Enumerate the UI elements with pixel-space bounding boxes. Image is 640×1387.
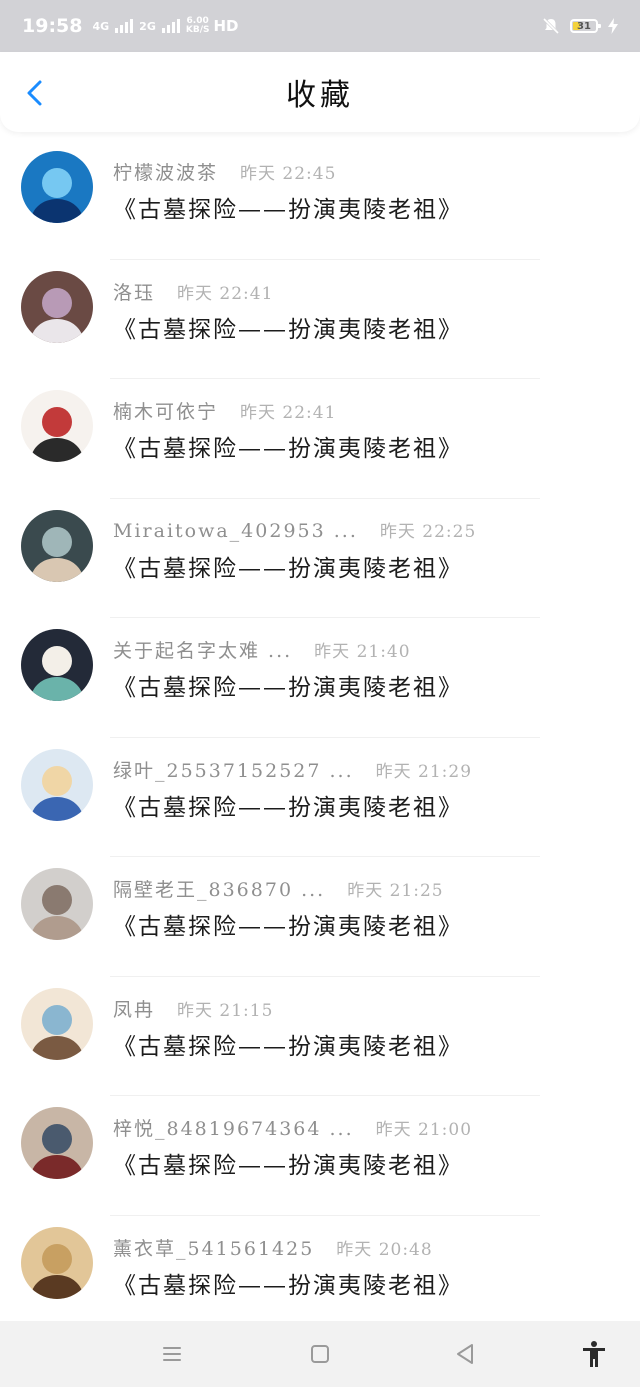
- item-meta: 楠木可依宁 昨天 22:41: [113, 397, 336, 424]
- avatar[interactable]: [21, 987, 93, 1060]
- post-time: 昨天 21:40: [314, 642, 411, 662]
- avatar-image: [21, 270, 93, 343]
- item-meta: Miraitowa_402953 ... 昨天 22:25: [113, 517, 476, 542]
- avatar[interactable]: [21, 390, 93, 462]
- accessibility-button[interactable]: [579, 1339, 609, 1369]
- menu-icon: [163, 1347, 181, 1361]
- list-item[interactable]: 柠檬波波茶 昨天 22:45 《古墓探险——扮演夷陵老祖》: [0, 140, 640, 260]
- net-speed: 6.00 KB/S: [186, 17, 210, 35]
- list-item[interactable]: 绿叶_25537152527 ... 昨天 21:29 《古墓探险——扮演夷陵老…: [0, 738, 640, 857]
- list-item[interactable]: 薰衣草_541561425 昨天 20:48 《古墓探险——扮演夷陵老祖》: [0, 1216, 640, 1336]
- user-name[interactable]: 楠木可依宁: [113, 397, 218, 424]
- item-meta: 隔壁老王_836870 ... 昨天 21:25: [113, 875, 444, 902]
- back-triangle-icon: [457, 1344, 473, 1364]
- network-type-1: 4G: [92, 19, 110, 33]
- avatar[interactable]: [21, 748, 93, 821]
- mute-icon: [542, 17, 560, 35]
- page-title: 收藏: [286, 78, 354, 113]
- list-item[interactable]: 洛珏 昨天 22:41 《古墓探险——扮演夷陵老祖》: [0, 260, 640, 379]
- accessibility-icon: [583, 1341, 605, 1367]
- avatar-image: [21, 987, 93, 1060]
- menu-button[interactable]: [157, 1339, 187, 1369]
- signal-icon-2: [161, 19, 180, 33]
- avatar-image: [21, 629, 93, 701]
- post-time: 昨天 21:15: [177, 1000, 274, 1021]
- system-nav-bar: [0, 1321, 640, 1387]
- list-item[interactable]: Miraitowa_402953 ... 昨天 22:25 《古墓探险——扮演夷…: [0, 499, 640, 618]
- avatar[interactable]: [21, 1107, 93, 1179]
- avatar[interactable]: [21, 1226, 93, 1299]
- item-meta: 薰衣草_541561425 昨天 20:48: [113, 1234, 433, 1261]
- post-time: 昨天 22:41: [240, 403, 337, 423]
- battery-level: 31: [577, 20, 591, 32]
- header: 收藏: [0, 52, 640, 132]
- avatar-image: [21, 151, 93, 223]
- post-time: 昨天 22:45: [240, 164, 337, 184]
- hd-indicator: HD: [213, 17, 239, 35]
- status-bar: 19:58 4G 2G 6.00 KB/S HD 31: [0, 0, 640, 52]
- avatar[interactable]: [21, 509, 93, 582]
- charging-icon: [608, 18, 618, 34]
- user-name[interactable]: 洛珏: [113, 278, 155, 305]
- favorites-list: 柠檬波波茶 昨天 22:45 《古墓探险——扮演夷陵老祖》 洛珏 昨天 22:4…: [0, 140, 640, 1335]
- favorite-title[interactable]: 《古墓探险——扮演夷陵老祖》: [113, 190, 463, 224]
- favorite-title[interactable]: 《古墓探险——扮演夷陵老祖》: [113, 1027, 463, 1061]
- list-item[interactable]: 关于起名字太难 ... 昨天 21:40 《古墓探险——扮演夷陵老祖》: [0, 618, 640, 738]
- avatar[interactable]: [21, 151, 93, 223]
- status-time: 19:58: [22, 15, 83, 37]
- post-time: 昨天 22:41: [177, 283, 274, 304]
- avatar-image: [21, 390, 93, 462]
- favorite-title[interactable]: 《古墓探险——扮演夷陵老祖》: [113, 788, 463, 822]
- list-item[interactable]: 隔壁老王_836870 ... 昨天 21:25 《古墓探险——扮演夷陵老祖》: [0, 857, 640, 977]
- list-item[interactable]: 凤冉 昨天 21:15 《古墓探险——扮演夷陵老祖》: [0, 977, 640, 1096]
- user-name[interactable]: 关于起名字太难 ...: [113, 636, 292, 663]
- avatar[interactable]: [21, 629, 93, 701]
- avatar-image: [21, 509, 93, 582]
- home-square-icon: [311, 1345, 329, 1363]
- favorite-title[interactable]: 《古墓探险——扮演夷陵老祖》: [113, 907, 463, 941]
- avatar-image: [21, 748, 93, 821]
- back-nav-button[interactable]: [450, 1339, 480, 1369]
- avatar[interactable]: [21, 270, 93, 343]
- avatar[interactable]: [21, 868, 93, 940]
- post-time: 昨天 22:25: [379, 521, 477, 542]
- net-speed-unit: KB/S: [185, 25, 210, 35]
- post-time: 昨天 21:29: [375, 761, 473, 782]
- favorite-title[interactable]: 《古墓探险——扮演夷陵老祖》: [113, 549, 463, 583]
- back-button[interactable]: [20, 78, 50, 108]
- post-time: 昨天 21:25: [347, 881, 444, 901]
- favorite-title[interactable]: 《古墓探险——扮演夷陵老祖》: [113, 1146, 463, 1180]
- list-item[interactable]: 梓悦_84819674364 ... 昨天 21:00 《古墓探险——扮演夷陵老…: [0, 1096, 640, 1216]
- network-type-2: 2G: [139, 19, 156, 33]
- item-meta: 柠檬波波茶 昨天 22:45: [113, 158, 336, 185]
- post-time: 昨天 20:48: [336, 1239, 433, 1260]
- favorite-title[interactable]: 《古墓探险——扮演夷陵老祖》: [113, 310, 463, 344]
- user-name[interactable]: 薰衣草_541561425: [113, 1234, 314, 1261]
- avatar-image: [21, 1107, 93, 1179]
- signal-icon: [115, 19, 134, 33]
- favorite-title[interactable]: 《古墓探险——扮演夷陵老祖》: [113, 429, 463, 463]
- item-meta: 梓悦_84819674364 ... 昨天 21:00: [113, 1114, 472, 1141]
- post-time: 昨天 21:00: [375, 1120, 473, 1140]
- favorite-title[interactable]: 《古墓探险——扮演夷陵老祖》: [113, 1266, 463, 1300]
- battery-icon: 31: [570, 19, 601, 33]
- favorite-title[interactable]: 《古墓探险——扮演夷陵老祖》: [113, 668, 463, 702]
- avatar-image: [21, 868, 93, 940]
- user-name[interactable]: 凤冉: [113, 995, 155, 1022]
- user-name[interactable]: Miraitowa_402953 ...: [113, 520, 358, 542]
- list-item[interactable]: 楠木可依宁 昨天 22:41 《古墓探险——扮演夷陵老祖》: [0, 379, 640, 499]
- user-name[interactable]: 隔壁老王_836870 ...: [113, 875, 325, 902]
- item-meta: 凤冉 昨天 21:15: [113, 995, 273, 1022]
- home-button[interactable]: [305, 1339, 335, 1369]
- avatar-image: [21, 1226, 93, 1299]
- user-name[interactable]: 梓悦_84819674364 ...: [113, 1114, 354, 1141]
- chevron-left-icon: [27, 80, 42, 106]
- user-name[interactable]: 绿叶_25537152527 ...: [113, 756, 354, 783]
- item-meta: 洛珏 昨天 22:41: [113, 278, 273, 305]
- item-meta: 绿叶_25537152527 ... 昨天 21:29: [113, 756, 472, 783]
- item-meta: 关于起名字太难 ... 昨天 21:40: [113, 636, 411, 663]
- user-name[interactable]: 柠檬波波茶: [113, 158, 218, 185]
